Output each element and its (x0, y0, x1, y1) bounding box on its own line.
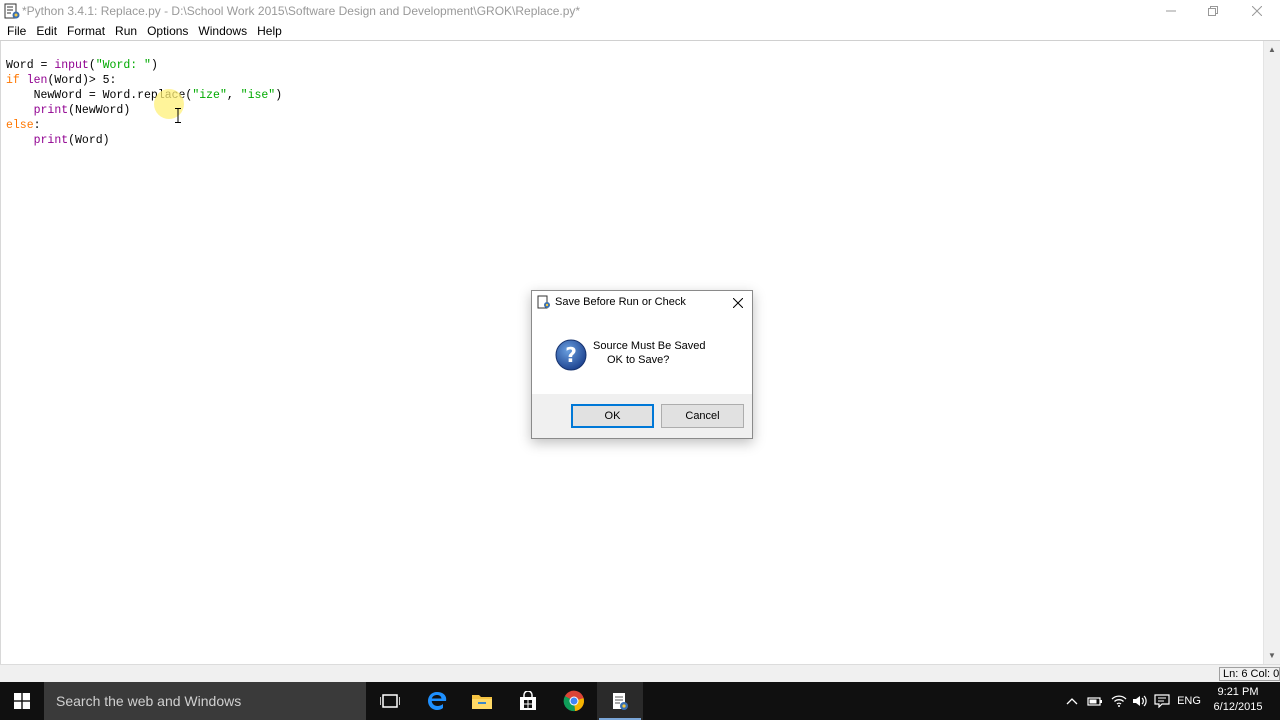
code-token: ) (275, 89, 283, 102)
taskbar: Search the web and Windows ENG 9:21 PM 6… (0, 682, 1280, 720)
code-line[interactable]: if len(Word)> 5: (6, 73, 282, 88)
task-view-button[interactable] (367, 682, 413, 720)
task-view-icon (380, 694, 400, 708)
code-token: else (6, 119, 34, 132)
store-button[interactable] (505, 682, 551, 720)
python-icon (537, 295, 550, 309)
menu-file[interactable]: File (2, 22, 31, 41)
python-idle-icon (613, 693, 628, 710)
dialog-title: Save Before Run or Check (555, 296, 686, 308)
cancel-button[interactable]: Cancel (661, 404, 744, 428)
menu-windows[interactable]: Windows (193, 22, 252, 41)
volume-button[interactable] (1130, 682, 1150, 720)
dialog-close-button[interactable] (728, 293, 748, 313)
restore-icon (1208, 6, 1218, 16)
network-button[interactable] (1108, 682, 1130, 720)
clock-date: 6/12/2015 (1213, 701, 1263, 713)
code-token: if (6, 74, 27, 87)
code-token: Word = (6, 59, 55, 72)
battery-button[interactable] (1085, 682, 1105, 720)
dialog-message-line2: OK to Save? (607, 354, 670, 366)
vertical-scrollbar[interactable]: ▲ ▼ (1263, 41, 1280, 664)
title-bar: *Python 3.4.1: Replace.py - D:\School Wo… (0, 0, 1280, 22)
code-text[interactable]: Word = input("Word: ") if len(Word)> 5: N… (6, 58, 282, 148)
code-token: (NewWord) (68, 104, 131, 117)
code-line[interactable]: else: (6, 118, 282, 133)
restore-button[interactable] (1190, 0, 1236, 22)
search-placeholder: Search the web and Windows (56, 693, 242, 709)
minimize-icon (1166, 10, 1176, 12)
folder-icon (472, 695, 492, 709)
chrome-button[interactable] (551, 682, 597, 720)
clock[interactable]: 9:21 PM 6/12/2015 (1208, 685, 1268, 715)
minimize-button[interactable] (1148, 0, 1194, 22)
cursor-position: Ln: 6 Col: 0 (1219, 667, 1280, 681)
dialog-message-line1: Source Must Be Saved (593, 340, 706, 352)
language-indicator[interactable]: ENG (1174, 682, 1204, 720)
close-icon (733, 298, 743, 308)
idle-taskbar-button[interactable] (597, 682, 643, 720)
scroll-up-icon[interactable]: ▲ (1264, 41, 1280, 58)
menu-edit[interactable]: Edit (31, 22, 62, 41)
windows-logo-icon (14, 693, 30, 709)
code-token: : (33, 119, 41, 132)
speaker-icon (1133, 695, 1147, 707)
scroll-down-icon[interactable]: ▼ (1264, 647, 1280, 664)
svg-text:?: ? (565, 343, 577, 367)
code-token: input (54, 59, 89, 72)
close-icon (1252, 6, 1262, 16)
notification-icon (1154, 694, 1170, 708)
code-token: print (33, 104, 69, 117)
close-button[interactable] (1234, 0, 1280, 22)
code-token: (Word) (68, 134, 110, 147)
code-token: print (33, 134, 69, 147)
clock-time: 9:21 PM (1217, 686, 1259, 698)
store-bag-icon (520, 691, 536, 710)
file-explorer-button[interactable] (459, 682, 505, 720)
code-token: (Word)> 5: (47, 74, 117, 87)
code-token: "ize" (192, 89, 227, 102)
start-button[interactable] (0, 682, 44, 720)
idle-app-icon (4, 3, 20, 19)
action-center-button[interactable] (1152, 682, 1172, 720)
menu-help[interactable]: Help (252, 22, 287, 41)
save-before-run-dialog: Save Before Run or Check ? Source Must B… (531, 290, 753, 439)
edge-button[interactable] (414, 682, 460, 720)
menu-format[interactable]: Format (62, 22, 110, 41)
chrome-icon (563, 690, 584, 712)
code-token: ) (150, 59, 158, 72)
code-line[interactable]: print(NewWord) (6, 103, 282, 118)
wifi-icon (1111, 695, 1127, 707)
taskbar-search-box[interactable]: Search the web and Windows (44, 682, 366, 720)
battery-plug-icon (1087, 697, 1102, 706)
menu-run[interactable]: Run (110, 22, 142, 41)
text-cursor-icon (175, 108, 181, 123)
window-title: *Python 3.4.1: Replace.py - D:\School Wo… (22, 4, 581, 18)
code-token: "Word: " (95, 59, 151, 72)
code-token: len (26, 74, 48, 87)
show-hidden-icons-button[interactable] (1063, 682, 1081, 720)
code-line[interactable]: Word = input("Word: ") (6, 58, 282, 73)
code-token: "ise" (240, 89, 276, 102)
ok-button[interactable]: OK (571, 404, 654, 428)
chevron-up-icon (1066, 698, 1078, 705)
dialog-footer: OK Cancel (532, 394, 752, 438)
edge-browser-icon (428, 692, 447, 710)
dialog-title-bar: Save Before Run or Check (532, 291, 752, 315)
menu-options[interactable]: Options (142, 22, 193, 41)
question-icon: ? (555, 339, 587, 371)
code-line[interactable]: print(Word) (6, 133, 282, 148)
code-line[interactable]: NewWord = Word.replace("ize", "ise") (6, 88, 283, 103)
menu-bar: File Edit Format Run Options Windows Hel… (0, 22, 1280, 41)
code-token: ( (88, 59, 96, 72)
code-token: , (226, 89, 241, 102)
status-bar: Ln: 6 Col: 0 (0, 664, 1280, 682)
dialog-body: ? Source Must Be Saved OK to Save? (532, 315, 752, 394)
